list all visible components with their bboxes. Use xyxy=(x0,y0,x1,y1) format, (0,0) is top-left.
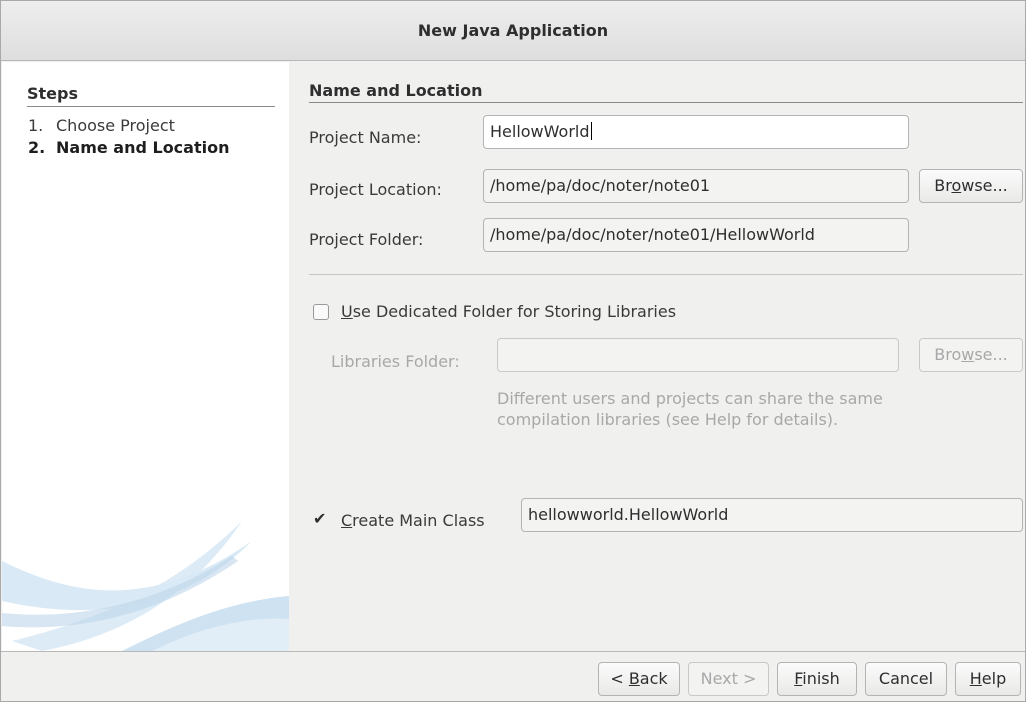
project-name-input[interactable]: HellowWorld xyxy=(483,115,909,149)
dedicated-folder-checkbox[interactable] xyxy=(313,304,329,320)
new-java-application-dialog: New Java Application Steps 1. Choose Proj… xyxy=(0,0,1026,702)
decorative-swoosh-graphic xyxy=(2,521,289,651)
step-name-and-location: 2. Name and Location xyxy=(28,138,229,157)
finish-button[interactable]: Finish xyxy=(777,662,857,696)
project-name-label: Project Name: xyxy=(309,128,422,147)
project-folder-label: Project Folder: xyxy=(309,230,424,249)
section-heading: Name and Location xyxy=(309,81,1023,103)
libraries-help-text: Different users and projects can share t… xyxy=(497,389,883,429)
back-button[interactable]: < Back xyxy=(598,662,680,696)
button-bar: < Back Next > Finish Cancel Help xyxy=(1,651,1025,701)
step-label: Name and Location xyxy=(56,138,230,157)
project-folder-input[interactable]: /home/pa/doc/noter/note01/HellowWorld xyxy=(483,218,909,252)
create-main-class-checkbox[interactable]: ✔ xyxy=(313,511,326,527)
libraries-folder-label: Libraries Folder: xyxy=(331,352,460,371)
steps-pane: Steps 1. Choose Project 2. Name and Locati… xyxy=(2,62,289,651)
project-location-input[interactable]: /home/pa/doc/noter/note01 xyxy=(483,169,909,203)
step-number: 2. xyxy=(28,138,46,157)
libraries-folder-input[interactable] xyxy=(497,338,899,372)
text-caret xyxy=(590,122,592,140)
browse-location-button[interactable]: Browse... xyxy=(919,169,1023,203)
separator xyxy=(309,274,1023,275)
create-main-class-label[interactable]: Create Main Class xyxy=(341,511,485,530)
title-bar[interactable]: New Java Application xyxy=(1,1,1025,61)
steps-heading: Steps xyxy=(27,84,275,107)
project-location-label: Project Location: xyxy=(309,180,442,199)
step-choose-project: 1. Choose Project xyxy=(28,116,175,135)
project-name-value: HellowWorld xyxy=(490,122,590,141)
browse-libraries-button[interactable]: Browse... xyxy=(919,338,1023,372)
dedicated-folder-label[interactable]: Use Dedicated Folder for Storing Librari… xyxy=(341,302,676,321)
step-number: 1. xyxy=(28,116,44,135)
window-title: New Java Application xyxy=(417,21,609,40)
next-button[interactable]: Next > xyxy=(688,662,769,696)
content-pane: Name and Location Project Name: HellowWo… xyxy=(289,62,1025,651)
step-label: Choose Project xyxy=(56,116,175,135)
help-button[interactable]: Help xyxy=(955,662,1021,696)
main-class-input[interactable]: hellowworld.HellowWorld xyxy=(521,498,1023,532)
cancel-button[interactable]: Cancel xyxy=(865,662,947,696)
